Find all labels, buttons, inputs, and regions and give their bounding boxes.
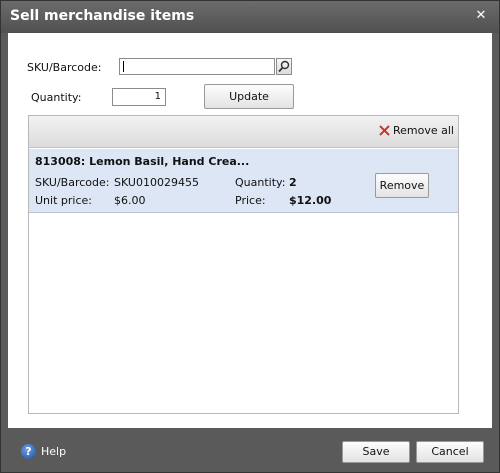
remove-all-button[interactable]: Remove all (379, 124, 454, 137)
quantity-label: Quantity: (31, 91, 82, 104)
search-icon (278, 60, 290, 73)
list-item[interactable]: 813008: Lemon Basil, Hand Crea... SKU/Ba… (29, 149, 458, 213)
item-sku-label: SKU/Barcode: (35, 176, 110, 189)
sell-merchandise-dialog: Sell merchandise items ✕ SKU/Barcode: Qu… (0, 0, 500, 473)
cancel-button[interactable]: Cancel (416, 441, 484, 463)
list-header: Remove all (29, 116, 458, 148)
sku-input[interactable] (119, 58, 275, 75)
search-button[interactable] (276, 58, 292, 75)
help-icon[interactable]: ? (21, 444, 36, 459)
text-cursor (123, 61, 124, 72)
update-quantity-button[interactable]: Update Quantity (204, 84, 294, 126)
cart-items-list: Remove all 813008: Lemon Basil, Hand Cre… (28, 115, 459, 414)
remove-all-label: Remove all (393, 124, 454, 137)
title-bar: Sell merchandise items ✕ (1, 1, 499, 33)
dialog-title: Sell merchandise items (10, 8, 195, 24)
item-title: 813008: Lemon Basil, Hand Crea... (35, 155, 250, 168)
item-unit-price-label: Unit price: (35, 194, 92, 207)
help-link[interactable]: Help (41, 445, 66, 458)
dialog-body: SKU/Barcode: Quantity: 1 Update Quantity… (8, 33, 492, 428)
save-button[interactable]: Save (342, 441, 410, 463)
item-unit-price-value: $6.00 (114, 194, 146, 207)
item-price-label: Price: (235, 194, 266, 207)
item-quantity-value: 2 (289, 176, 297, 189)
close-icon[interactable]: ✕ (473, 8, 489, 24)
item-quantity-label: Quantity: (235, 176, 286, 189)
item-price-value: $12.00 (289, 194, 332, 207)
sku-label: SKU/Barcode: (27, 61, 102, 74)
remove-x-icon (379, 125, 390, 136)
remove-item-button[interactable]: Remove (375, 173, 429, 198)
item-sku-value: SKU010029455 (114, 176, 199, 189)
quantity-input[interactable]: 1 (112, 88, 166, 106)
